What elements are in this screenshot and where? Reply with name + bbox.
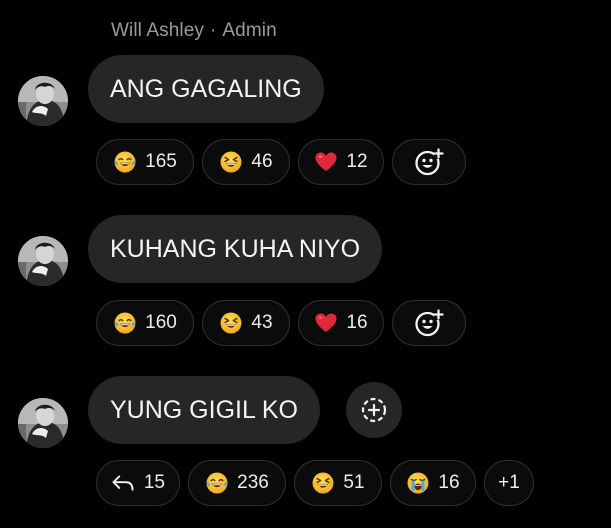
reaction-tears-of-joy[interactable]: 236: [188, 460, 286, 506]
reaction-heart[interactable]: 16: [298, 300, 384, 346]
reaction-bar: 15 236 51 16 +1: [96, 460, 534, 506]
add-reaction-button[interactable]: [346, 382, 402, 438]
sender-name[interactable]: Will Ashley: [111, 20, 204, 41]
reply-count: 15: [143, 472, 165, 493]
tears-of-joy-emoji: [205, 471, 229, 495]
red-heart-emoji: [314, 150, 338, 174]
crying-emoji: [406, 471, 430, 495]
sender-separator: ·: [209, 20, 217, 41]
replies-button[interactable]: 15: [96, 460, 180, 506]
avatar[interactable]: [18, 236, 68, 286]
avatar-image: [18, 236, 68, 286]
message-bubble[interactable]: ANG GAGALING: [88, 55, 324, 123]
tears-of-joy-emoji: [113, 311, 137, 335]
squinting-laugh-emoji: [219, 150, 243, 174]
reaction-bar: 160 43 16: [96, 300, 466, 346]
avatar[interactable]: [18, 76, 68, 126]
message-text: ANG GAGALING: [110, 74, 302, 103]
reaction-heart[interactable]: 12: [298, 139, 384, 185]
sender-role: Admin: [222, 20, 277, 41]
reaction-count: 51: [343, 472, 365, 493]
add-reaction-button[interactable]: [392, 139, 466, 185]
reaction-count: 160: [145, 312, 177, 333]
reaction-count: 12: [346, 151, 368, 172]
avatar[interactable]: [18, 398, 68, 448]
squinting-laugh-emoji: [219, 311, 243, 335]
message-text: YUNG GIGIL KO: [110, 395, 299, 424]
tears-of-joy-emoji: [113, 150, 137, 174]
add-reaction-icon: [414, 308, 444, 338]
message-bubble[interactable]: YUNG GIGIL KO: [88, 376, 321, 444]
reaction-squinting-laugh[interactable]: 43: [202, 300, 290, 346]
avatar-image: [18, 76, 68, 126]
reaction-count: 236: [237, 472, 269, 493]
reply-arrow-icon: [112, 475, 134, 491]
message-text: KUHANG KUHA NIYO: [110, 234, 361, 263]
reaction-count: 46: [251, 151, 273, 172]
reaction-count: 165: [145, 151, 177, 172]
add-reaction-button[interactable]: [392, 300, 466, 346]
sender-header: Will Ashley · Admin: [111, 20, 277, 42]
reaction-tears-of-joy[interactable]: 160: [96, 300, 194, 346]
squinting-laugh-emoji: [311, 471, 335, 495]
message-bubble[interactable]: KUHANG KUHA NIYO: [88, 215, 383, 283]
more-reactions-button[interactable]: +1: [484, 460, 534, 506]
reaction-tears-of-joy[interactable]: 165: [96, 139, 194, 185]
add-reaction-dashed-icon: [361, 397, 387, 423]
reaction-squinting-laugh[interactable]: 46: [202, 139, 290, 185]
reaction-count: 43: [251, 312, 273, 333]
more-reactions-count: +1: [498, 472, 520, 493]
avatar-image: [18, 398, 68, 448]
reaction-count: 16: [438, 472, 460, 493]
red-heart-emoji: [314, 311, 338, 335]
add-reaction-icon: [414, 147, 444, 177]
reaction-crying[interactable]: 16: [390, 460, 476, 506]
reaction-bar: 165 46 12: [96, 139, 466, 185]
reaction-squinting-laugh[interactable]: 51: [294, 460, 382, 506]
reaction-count: 16: [346, 312, 368, 333]
